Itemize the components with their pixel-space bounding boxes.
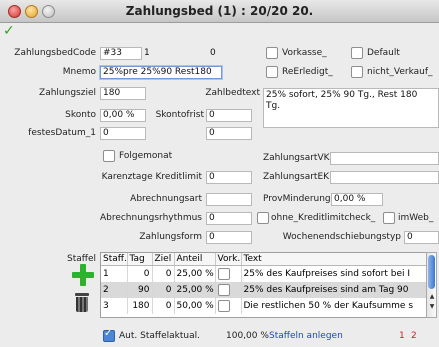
staffel-table: Staff. Tag Ziel Anteil Vork. Text 1 0 0 … xyxy=(100,252,428,318)
zahlungsartek-label: ZahlungsartEK xyxy=(263,172,330,182)
skontofrist-field[interactable]: 0 xyxy=(206,109,252,122)
zahlungsziel-field[interactable]: 180 xyxy=(100,87,146,100)
cell-text[interactable]: Die restlichen 50 % der Kaufsumme s xyxy=(241,298,427,314)
vorkasse-row-checkbox[interactable] xyxy=(217,268,230,280)
cell-text[interactable]: 25% des Kaufpreises sind am Tag 90 xyxy=(241,282,427,298)
column-header-vork[interactable]: Vork. xyxy=(215,253,242,266)
zahlungsziel-label: Zahlungsziel xyxy=(39,88,96,98)
delete-staffel-trash-icon[interactable] xyxy=(75,293,89,313)
staffel-table-scrollbar[interactable]: ▲ ▼ xyxy=(426,252,437,318)
nicht-verkauf-label: nicht_Verkauf_ xyxy=(367,67,433,77)
page-2-link[interactable]: 2 xyxy=(411,331,417,341)
column-header-staff[interactable]: Staff. xyxy=(101,253,128,266)
table-row[interactable]: 3 180 0 50,00 % Die restlichen 50 % der … xyxy=(101,298,427,314)
zahlungsbedcode-number: 1 xyxy=(144,48,150,58)
vorkasse-label: Vorkasse_ xyxy=(282,48,327,58)
abrechnungsart-field[interactable] xyxy=(206,193,252,206)
festesdatum-field-2[interactable]: 0 xyxy=(206,127,252,140)
mnemo-field[interactable]: 25%pre 25%90 Rest180 xyxy=(100,66,222,79)
skontofrist-label: Skontofrist xyxy=(155,110,204,120)
abrechnungsrhythmus-label: Abrechnungsrhythmus xyxy=(99,213,202,223)
abrechnungsrhythmus-field[interactable]: 0 xyxy=(206,212,252,225)
zahlbedtext-label: Zahlbedtext xyxy=(205,88,260,98)
zahlungsbedcode-field[interactable]: #33 xyxy=(100,47,142,60)
cell-ziel[interactable]: 0 xyxy=(152,298,175,314)
reerledigt-label: ReErledigt_ xyxy=(282,67,333,77)
zahlungsform-label: Zahlungsform xyxy=(139,232,202,242)
abrechnungsart-label: Abrechnungsart xyxy=(130,194,202,204)
staffel-table-header: Staff. Tag Ziel Anteil Vork. Text xyxy=(101,253,427,266)
reerledigt-checkbox[interactable] xyxy=(266,66,278,78)
folgemonat-label: Folgemonat xyxy=(119,151,173,161)
skonto-label: Skonto xyxy=(65,110,96,120)
cell-vork[interactable] xyxy=(215,265,242,282)
cell-vork[interactable] xyxy=(215,282,242,298)
default-label: Default xyxy=(367,48,400,58)
zahlungsartvk-label: ZahlungsartVK xyxy=(263,153,330,163)
column-header-tag[interactable]: Tag xyxy=(127,253,153,266)
mnemo-label: Mnemo xyxy=(62,67,96,77)
festesdatum-field[interactable]: 0 xyxy=(100,127,146,140)
skonto-field[interactable]: 0,00 % xyxy=(100,109,146,122)
cell-vork[interactable] xyxy=(215,298,242,314)
table-row[interactable]: 1 0 0 25,00 % 25% des Kaufpreises sind s… xyxy=(101,265,427,282)
cell-anteil[interactable]: 25,00 % xyxy=(174,265,216,282)
add-staffel-plus-icon[interactable] xyxy=(72,264,94,286)
cell-tag[interactable]: 180 xyxy=(127,298,153,314)
karenztage-field[interactable]: 0 xyxy=(206,171,252,184)
cell-anteil[interactable]: 50,00 % xyxy=(174,298,216,314)
staffel-label: Staffel xyxy=(67,254,96,264)
vorkasse-checkbox[interactable] xyxy=(266,47,278,59)
ohne-kreditlimitcheck-checkbox[interactable] xyxy=(257,212,269,224)
column-header-ziel[interactable]: Ziel xyxy=(152,253,175,266)
cell-staff[interactable]: 1 xyxy=(101,265,128,282)
scrollbar-thumb[interactable] xyxy=(428,255,435,289)
window-title: Zahlungsbed (1) : 20/20 20. xyxy=(125,4,314,18)
zahlungsform-field[interactable]: 0 xyxy=(206,231,252,244)
vorkasse-row-checkbox[interactable] xyxy=(217,284,230,296)
zahlungsbedcode-zero: 0 xyxy=(210,48,216,58)
staffeln-anlegen-link[interactable]: Staffeln anlegen xyxy=(269,331,343,341)
aut-staffelaktual-label: Aut. Staffelaktual. xyxy=(119,331,200,341)
nicht-verkauf-checkbox[interactable] xyxy=(351,66,363,78)
cell-tag[interactable]: 0 xyxy=(127,265,153,282)
column-header-anteil[interactable]: Anteil xyxy=(174,253,216,266)
cell-staff[interactable]: 3 xyxy=(101,298,128,314)
page-1-link[interactable]: 1 xyxy=(399,331,405,341)
ohne-kreditlimitcheck-label: ohne_Kreditlimitcheck_ xyxy=(271,213,376,223)
folgemonat-checkbox[interactable] xyxy=(103,150,115,162)
zahlungsartvk-field[interactable] xyxy=(330,152,439,165)
festesdatum-label: festesDatum_1 xyxy=(28,128,96,138)
cell-ziel[interactable]: 0 xyxy=(152,265,175,282)
zahlbedtext-field[interactable]: 25% sofort, 25% 90 Tg., Rest 180 Tg. xyxy=(263,88,439,128)
staffel-total: 100,00 % xyxy=(226,331,269,341)
imweb-checkbox[interactable] xyxy=(383,212,395,224)
zahlungsartek-field[interactable] xyxy=(330,171,439,184)
record-ok-check-icon: ✓ xyxy=(3,23,15,39)
window: Zahlungsbed (1) : 20/20 20. ✓ Zahlungsbe… xyxy=(0,0,439,347)
wochenendschiebungstyp-label: Wochenendschiebungstyp xyxy=(282,232,401,242)
cell-staff[interactable]: 2 xyxy=(101,282,128,298)
aut-staffelaktual-checkbox[interactable] xyxy=(103,328,115,342)
zahlungsbedcode-label: ZahlungsbedCode xyxy=(14,48,96,58)
vorkasse-row-checkbox[interactable] xyxy=(217,300,230,312)
cell-text[interactable]: 25% des Kaufpreises sind sofort bei I xyxy=(241,265,427,282)
default-checkbox[interactable] xyxy=(351,47,363,59)
title-bar: Zahlungsbed (1) : 20/20 20. xyxy=(0,0,439,23)
karenztage-label: Karenztage Kreditlimit xyxy=(101,172,202,182)
wochenendschiebungstyp-field[interactable]: 0 xyxy=(404,231,439,244)
provminderung-label: ProvMinderung xyxy=(263,194,331,204)
table-row[interactable]: 2 90 0 25,00 % 25% des Kaufpreises sind … xyxy=(101,282,427,298)
scroll-down-arrow-icon[interactable]: ▼ xyxy=(428,303,436,311)
column-header-text[interactable]: Text xyxy=(241,253,427,266)
cell-anteil[interactable]: 25,00 % xyxy=(174,282,216,298)
provminderung-field[interactable]: 0,00 % xyxy=(331,193,383,206)
cell-ziel[interactable]: 0 xyxy=(152,282,175,298)
cell-tag[interactable]: 90 xyxy=(127,282,153,298)
imweb-label: imWeb_ xyxy=(398,213,434,223)
scroll-up-arrow-icon[interactable]: ▲ xyxy=(428,293,436,301)
